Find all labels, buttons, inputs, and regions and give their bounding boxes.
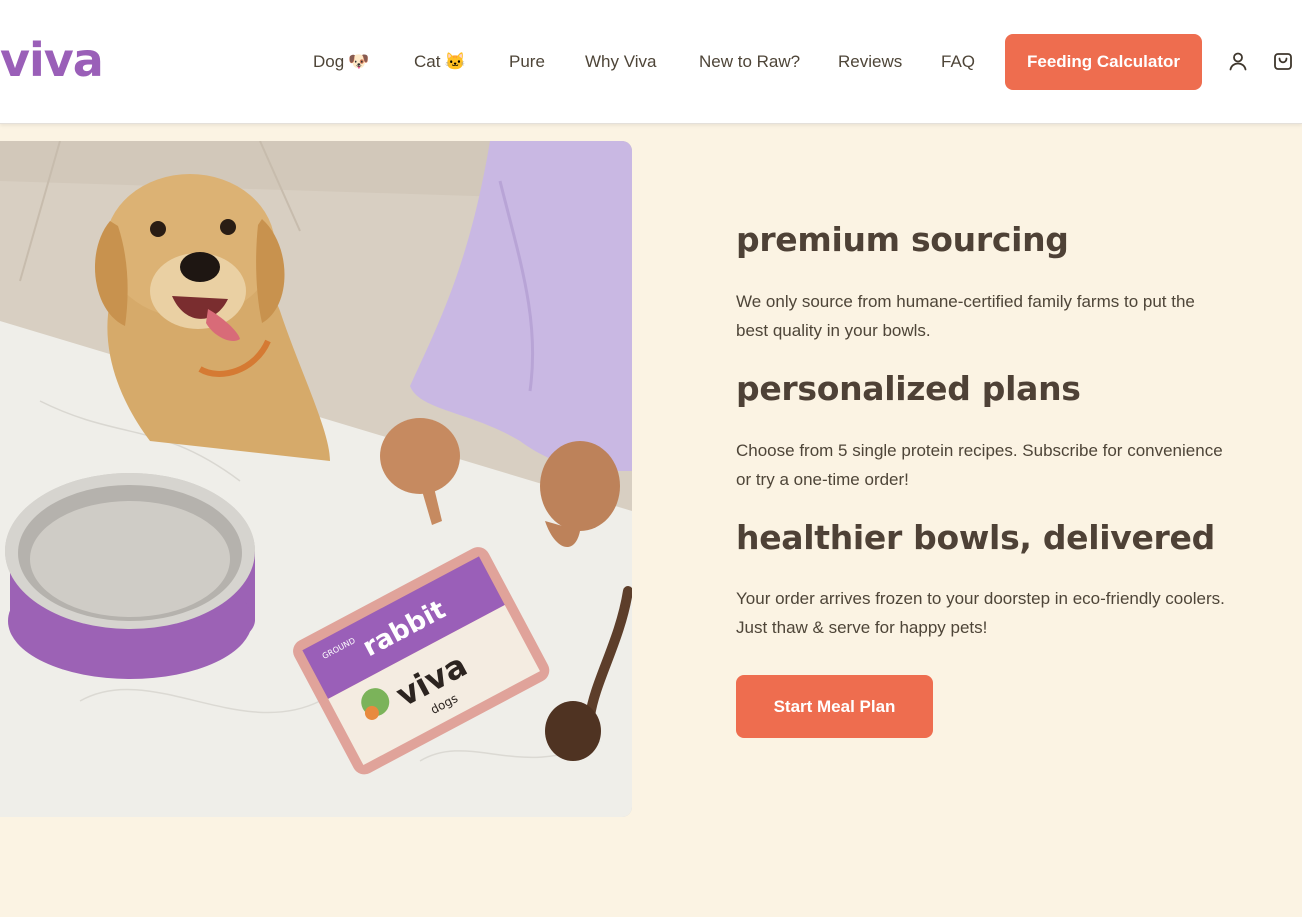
dog-face-icon: 🐶 [348,52,370,71]
feature-title: healthier bowls, delivered [736,518,1215,557]
nav-item-label: Dog [313,52,345,71]
feature-text: We only source from humane-certified fam… [736,292,1195,340]
start-meal-plan-button[interactable]: Start Meal Plan [736,675,933,738]
site-header: viva Dog 🐶 Cat 🐱 Pure Why Viva New to Raw?… [0,0,1302,124]
nav-item-dog[interactable]: Dog 🐶 [313,34,369,90]
cat-face-icon: 🐱 [444,52,466,71]
nav-item-pure[interactable]: Pure [509,34,545,90]
nav-item-why-viva[interactable]: Why Viva [585,34,657,90]
nav-item-faq[interactable]: FAQ [941,34,975,90]
feature-text: Choose from 5 single protein recipes. Su… [736,441,1223,489]
nav-item-new-to-raw[interactable]: New to Raw? [699,34,800,90]
hero-photo: rabbit GROUND viva dogs [0,141,632,817]
nav-item-label: Cat [414,52,441,71]
shopping-bag-icon[interactable] [1272,50,1294,72]
nav-item-cat[interactable]: Cat 🐱 [414,34,466,90]
feature-title: personalized plans [736,369,1081,408]
nav-item-reviews[interactable]: Reviews [838,34,902,90]
feeding-calculator-button[interactable]: Feeding Calculator [1005,34,1202,90]
feature-text: Your order arrives frozen to your doorst… [736,589,1225,637]
feature-title: premium sourcing [736,220,1069,259]
user-icon[interactable] [1227,50,1249,72]
